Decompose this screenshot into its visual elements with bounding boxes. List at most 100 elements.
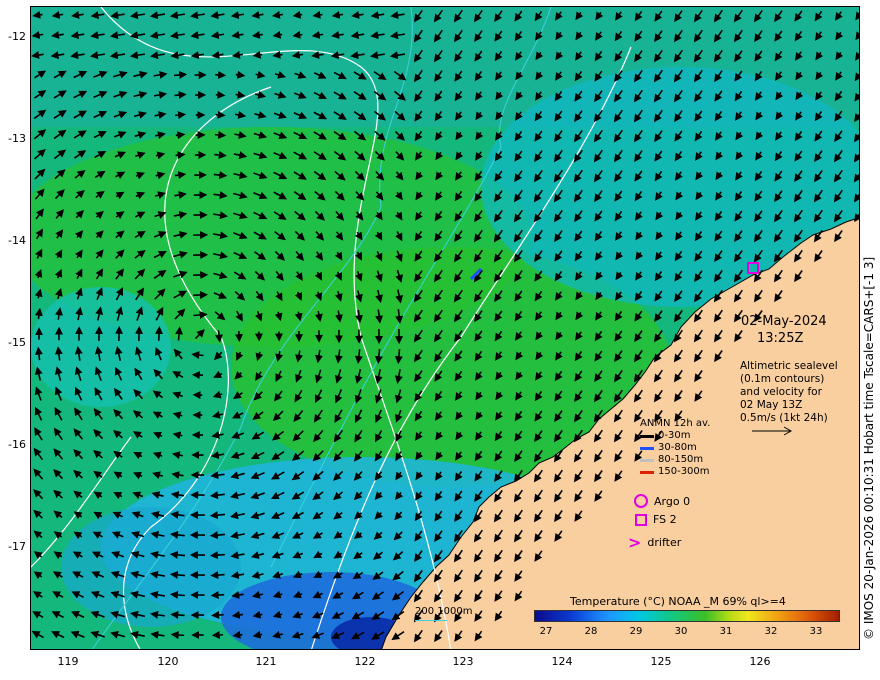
side-credit: © IMOS 20-Jan-2026 00:10:31 Hobart time … bbox=[862, 256, 876, 640]
arrow-icon bbox=[640, 458, 654, 462]
velocity-arrow bbox=[210, 591, 225, 600]
chevron-icon: > bbox=[628, 533, 642, 552]
bathymetry-scale-label: 200 1000m bbox=[415, 606, 473, 617]
argo-legend: Argo 0 bbox=[634, 494, 690, 508]
velocity-arrow bbox=[170, 630, 185, 639]
sst-patch bbox=[31, 287, 171, 407]
legend-row: 150-300m bbox=[640, 466, 710, 478]
velocity-arrow bbox=[211, 610, 224, 619]
velocity-arrow bbox=[169, 590, 185, 599]
arrow-icon bbox=[640, 470, 654, 474]
velocity-arrow bbox=[174, 91, 187, 100]
velocity-arrow bbox=[34, 307, 43, 320]
x-tick-label: 123 bbox=[452, 655, 474, 668]
mooring-legend: ANMN 12h av. 0-30m 30-80m 80-150m 150-30… bbox=[640, 418, 710, 478]
legend-label: 80-150m bbox=[658, 454, 704, 465]
legend-label: 150-300m bbox=[658, 466, 710, 477]
velocity-arrow bbox=[292, 30, 303, 39]
velocity-arrow bbox=[175, 151, 186, 160]
info-line: and velocity for bbox=[740, 386, 822, 398]
velocity-arrow bbox=[231, 610, 244, 619]
map-canvas bbox=[31, 7, 859, 649]
map-panel[interactable] bbox=[30, 6, 860, 650]
velocity-arrow bbox=[214, 130, 227, 139]
velocity-arrow bbox=[394, 348, 403, 365]
argo-label: Argo 0 bbox=[654, 494, 691, 508]
info-line: 02 May 13Z bbox=[740, 399, 803, 411]
sst-patch bbox=[61, 507, 241, 627]
velocity-arrow bbox=[252, 50, 263, 59]
velocity-arrow bbox=[312, 10, 323, 19]
date-label: 02-May-2024 bbox=[741, 314, 827, 329]
velocity-arrow bbox=[191, 351, 204, 360]
bathymetry-scale-line bbox=[415, 620, 447, 621]
velocity-arrow bbox=[209, 531, 226, 540]
velocity-arrow bbox=[214, 330, 223, 343]
velocity-arrow bbox=[34, 346, 43, 361]
y-tick-label: -12 bbox=[8, 30, 26, 43]
velocity-arrow bbox=[210, 571, 225, 580]
x-tick-label: 126 bbox=[749, 655, 771, 668]
colorbar-tick: 31 bbox=[719, 626, 733, 637]
legend-label: 0-30m bbox=[658, 430, 691, 441]
velocity-arrow bbox=[213, 171, 228, 180]
velocity-arrow bbox=[235, 90, 246, 99]
legend-title: ANMN 12h av. bbox=[640, 418, 711, 429]
x-tick-label: 119 bbox=[57, 655, 79, 668]
fs-legend: FS 2 bbox=[635, 513, 677, 526]
y-tick-label: -14 bbox=[8, 234, 26, 247]
velocity-arrow bbox=[214, 151, 227, 159]
info-block: Altimetric sealevel (0.1m contours) and … bbox=[740, 360, 838, 425]
velocity-arrow bbox=[169, 570, 186, 579]
temperature-colorbar bbox=[534, 610, 840, 622]
velocity-arrow bbox=[272, 30, 283, 39]
x-tick-label: 124 bbox=[551, 655, 573, 668]
colorbar-tick: 32 bbox=[764, 626, 778, 637]
velocity-arrow bbox=[175, 131, 186, 140]
info-line: Altimetric sealevel bbox=[740, 360, 838, 372]
arrow-icon bbox=[640, 446, 654, 450]
colorbar-tick: 29 bbox=[629, 626, 643, 637]
velocity-arrow bbox=[193, 290, 209, 299]
velocity-arrow bbox=[235, 70, 246, 79]
time-label: 13:25Z bbox=[757, 331, 804, 346]
y-tick-label: -15 bbox=[8, 336, 26, 349]
drifter-label: drifter bbox=[647, 536, 682, 549]
velocity-arrow bbox=[175, 111, 187, 120]
info-line: (0.1m contours) bbox=[740, 373, 825, 385]
legend-row: 80-150m bbox=[640, 454, 710, 466]
square-icon bbox=[635, 513, 647, 526]
y-tick-label: -17 bbox=[8, 540, 26, 553]
velocity-arrow bbox=[175, 326, 184, 341]
x-tick-label: 125 bbox=[650, 655, 672, 668]
legend-row: 30-80m bbox=[640, 442, 710, 454]
scale-arrow-icon bbox=[752, 426, 793, 436]
velocity-arrow bbox=[155, 325, 164, 341]
colorbar-tick: 33 bbox=[809, 626, 823, 637]
legend-label: 30-80m bbox=[658, 442, 697, 453]
colorbar-tick: 27 bbox=[539, 626, 553, 637]
drifter-legend: > drifter bbox=[628, 533, 681, 552]
y-tick-label: -13 bbox=[8, 132, 26, 145]
legend-row: 0-30m bbox=[640, 430, 710, 442]
velocity-arrow bbox=[232, 630, 243, 639]
x-tick-label: 122 bbox=[354, 655, 376, 668]
velocity-arrow bbox=[170, 610, 185, 619]
colorbar-title: Temperature (°C) NOAA _M 69% ql>=4 bbox=[570, 595, 786, 608]
velocity-arrow bbox=[209, 551, 225, 560]
x-tick-label: 120 bbox=[157, 655, 179, 668]
velocity-arrow bbox=[32, 10, 43, 19]
velocity-arrow bbox=[173, 70, 188, 79]
circle-icon bbox=[634, 494, 648, 508]
velocity-arrow bbox=[215, 110, 226, 119]
y-tick-label: -16 bbox=[8, 438, 26, 451]
colorbar-tick: 28 bbox=[584, 626, 598, 637]
info-line: 0.5m/s (1kt 24h) bbox=[740, 412, 828, 424]
velocity-arrow bbox=[215, 70, 227, 79]
arrow-icon bbox=[640, 434, 654, 438]
velocity-arrow bbox=[174, 171, 187, 180]
velocity-arrow bbox=[193, 310, 208, 319]
velocity-arrow bbox=[272, 50, 283, 59]
x-tick-label: 121 bbox=[255, 655, 277, 668]
fs-label: FS 2 bbox=[653, 513, 677, 526]
